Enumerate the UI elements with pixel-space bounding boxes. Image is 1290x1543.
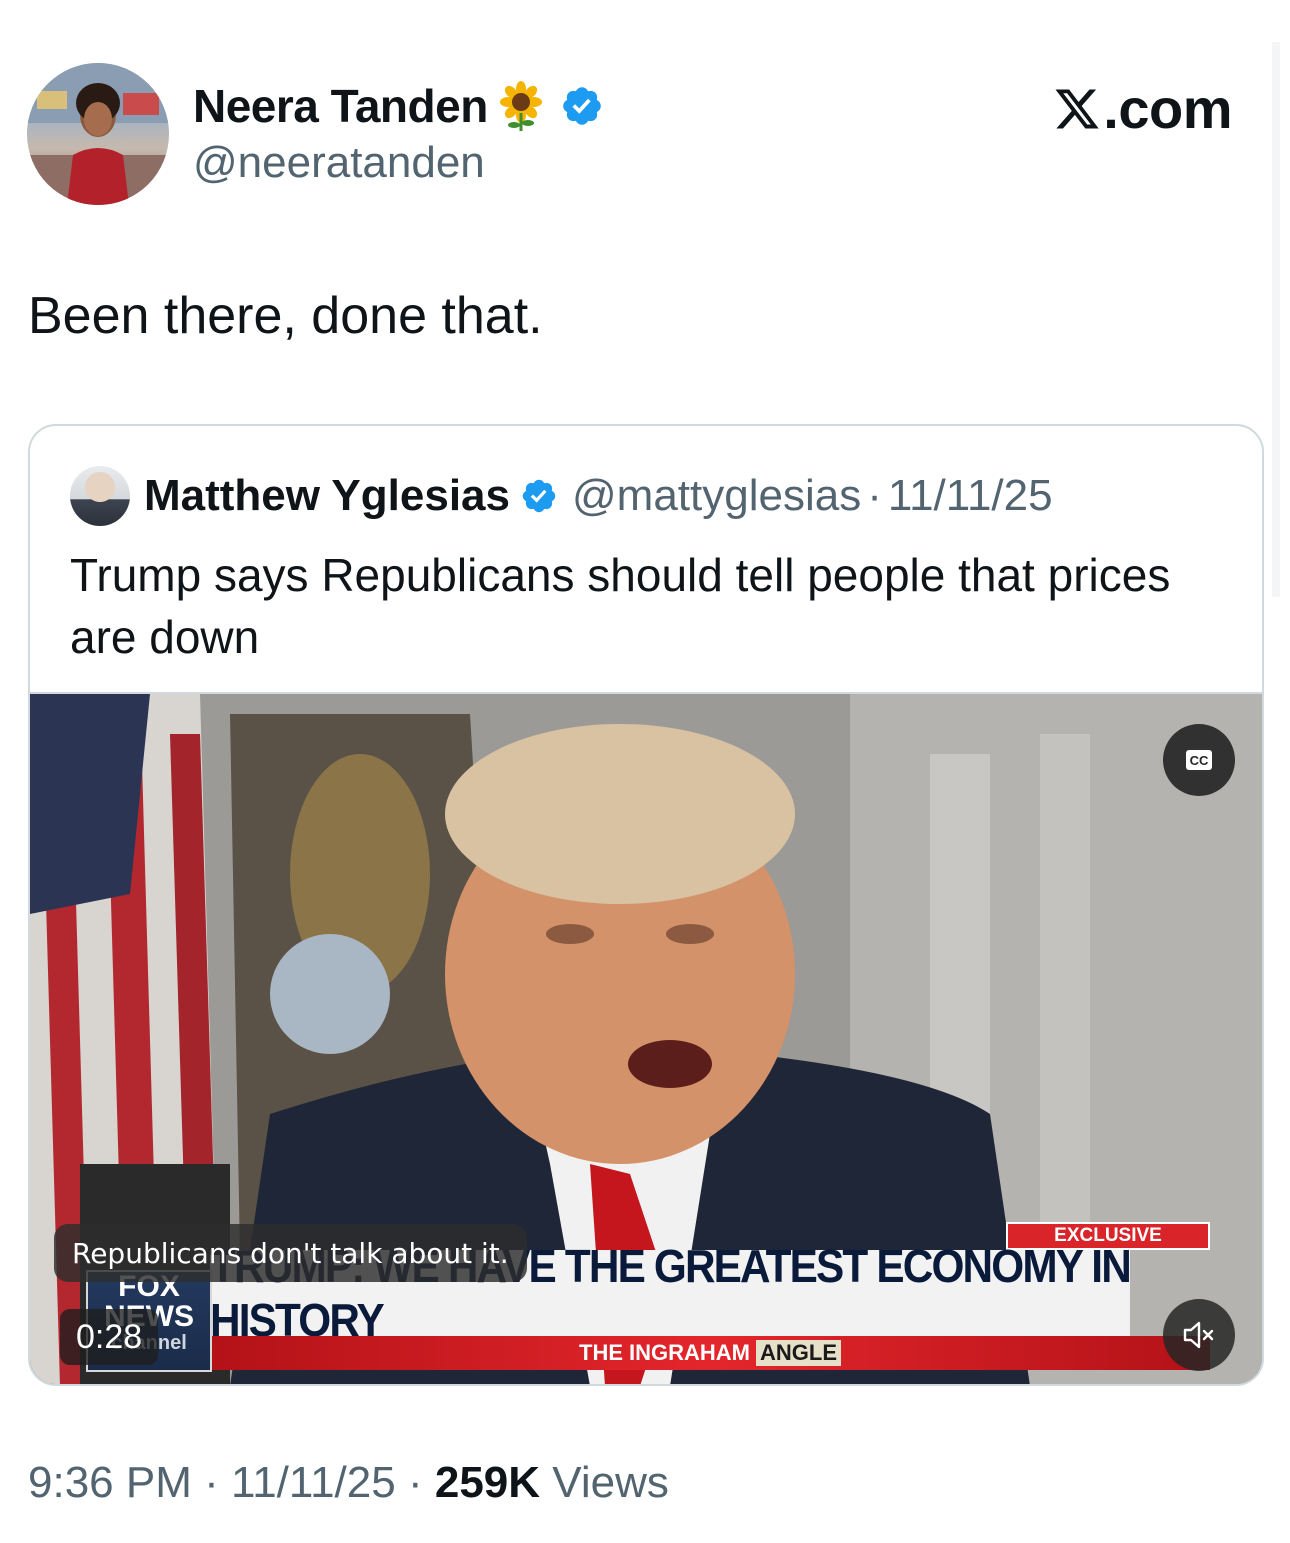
- show-prefix: THE: [579, 1340, 623, 1365]
- quoted-tweet-header: Matthew Yglesias @mattyglesias · 11/11/2…: [144, 470, 1053, 522]
- sunflower-icon: [499, 81, 542, 131]
- verified-badge-icon: [522, 479, 556, 513]
- separator-dot: ·: [191, 1458, 231, 1507]
- mute-button[interactable]: [1163, 1299, 1235, 1371]
- scrollbar[interactable]: [1272, 42, 1280, 597]
- author-handle[interactable]: @neeratanden: [193, 138, 485, 188]
- x-logo-icon: [1055, 89, 1099, 128]
- verified-badge-icon: [563, 87, 601, 125]
- tweet-text: Been there, done that.: [28, 287, 543, 345]
- author-avatar[interactable]: [27, 63, 169, 205]
- quoted-author-name[interactable]: Matthew Yglesias: [144, 471, 510, 521]
- show-suffix: ANGLE: [756, 1340, 841, 1366]
- chyron-show-name: THE INGRAHAM ANGLE: [210, 1336, 1210, 1370]
- quoted-tweet-card[interactable]: Matthew Yglesias @mattyglesias · 11/11/2…: [28, 424, 1264, 1386]
- site-label: .com: [1053, 76, 1232, 141]
- show-name: INGRAHAM: [629, 1340, 750, 1365]
- quoted-tweet-date[interactable]: 11/11/25: [888, 471, 1053, 521]
- video-player[interactable]: CC EXCLUSIVE TRUMP: WE HAVE THE GREATEST…: [30, 692, 1262, 1384]
- closed-captions-icon: CC: [1186, 750, 1212, 770]
- quoted-tweet-text: Trump says Republicans should tell peopl…: [70, 549, 1171, 663]
- speaker-muted-icon: [1183, 1321, 1214, 1349]
- views-label[interactable]: Views: [552, 1458, 669, 1507]
- author-name-row: Neera Tanden: [193, 78, 604, 134]
- tweet-time[interactable]: 9:36 PM: [28, 1458, 192, 1507]
- author-name[interactable]: Neera Tanden: [193, 79, 488, 133]
- quoted-author-avatar[interactable]: [70, 466, 130, 526]
- site-domain-text: .com: [1103, 77, 1232, 140]
- closed-captions-button[interactable]: CC: [1163, 724, 1235, 796]
- separator-dot: ·: [867, 471, 882, 520]
- tweet-date[interactable]: 11/11/25: [231, 1458, 396, 1507]
- separator-dot: ·: [395, 1458, 435, 1507]
- video-caption: Republicans don't talk about it.: [54, 1224, 527, 1282]
- quoted-author-handle[interactable]: @mattyglesias: [572, 471, 861, 521]
- avatar-photo: [27, 63, 169, 205]
- tweet-meta: 9:36 PM · 11/11/25 · 259K Views: [28, 1458, 669, 1508]
- video-duration: 0:28: [60, 1309, 159, 1365]
- views-count[interactable]: 259K: [435, 1458, 540, 1507]
